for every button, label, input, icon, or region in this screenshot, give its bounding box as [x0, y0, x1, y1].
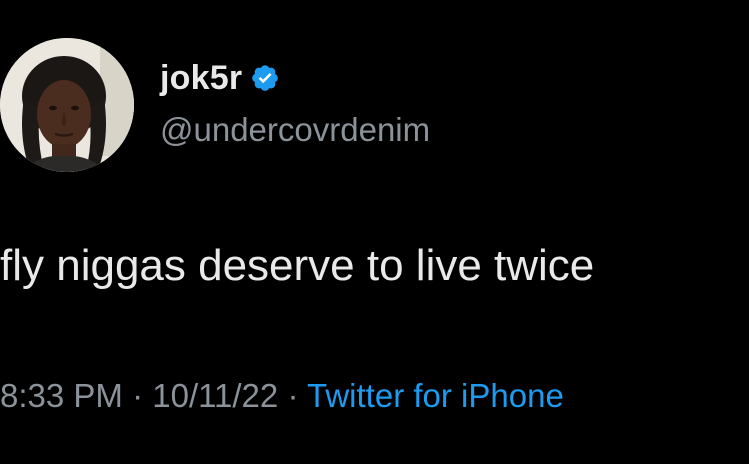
- tweet-card: jok5r @undercovrdenim fly niggas deserve…: [0, 0, 749, 464]
- meta-separator: ·: [287, 377, 299, 414]
- user-handle[interactable]: @undercovrdenim: [160, 108, 430, 152]
- display-name-row: jok5r: [160, 56, 280, 100]
- tweet-text: fly niggas deserve to live twice: [0, 241, 595, 290]
- tweet-source-link[interactable]: Twitter for iPhone: [307, 377, 564, 414]
- tweet-date[interactable]: 10/11/22: [152, 377, 278, 414]
- verified-badge-icon: [250, 63, 280, 93]
- tweet-meta: 8:33 PM · 10/11/22 · Twitter for iPhone: [0, 374, 564, 418]
- avatar-photo: [0, 38, 134, 172]
- avatar[interactable]: [0, 38, 134, 172]
- meta-separator: ·: [132, 377, 144, 414]
- tweet-time[interactable]: 8:33 PM: [0, 377, 123, 414]
- display-name[interactable]: jok5r: [160, 56, 242, 100]
